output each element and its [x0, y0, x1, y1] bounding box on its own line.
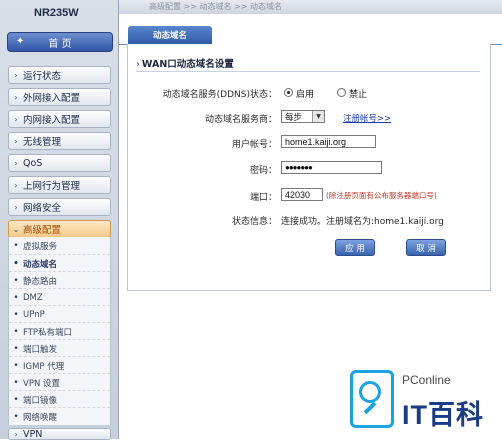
enable-radio-label: 启用 [296, 90, 315, 100]
section-divider [136, 71, 480, 72]
tab-bar: 动态域名 [119, 26, 502, 45]
menu-item-status[interactable]: › 运行状态 [8, 66, 111, 84]
menu-item-wan[interactable]: › 外网接入配置 [8, 88, 111, 106]
password-input[interactable]: ●●●●●●● [281, 161, 382, 174]
submenu-label: FTP私有端口 [23, 328, 73, 338]
section-title: › WAN口动态域名设置 [136, 56, 234, 70]
user-account-input[interactable]: home1.kaiji.org [281, 135, 376, 148]
watermark-big-text: IT百科 [402, 400, 484, 430]
arrow-right-icon: › [14, 114, 18, 124]
section-marker-icon: › [136, 59, 140, 70]
watermark-small-text: PConline [402, 373, 451, 387]
top-strip: 高级配置 >> 动态域名 >> 动态域名 [119, 0, 502, 14]
menu-item-wireless[interactable]: › 无线管理 [8, 132, 111, 150]
brand-label: NR235W [34, 7, 79, 19]
arrow-right-icon: › [14, 180, 18, 190]
register-account-link[interactable]: 注册帐号>> [343, 112, 391, 124]
sidebar: NR235W ✦ 首 页 › 运行状态 › 外网接入配置 › 内网接入配置 › 无线管理… [0, 0, 119, 440]
menu-label: 上网行为管理 [23, 181, 81, 192]
submenu-label: 动态域名 [23, 260, 58, 270]
disable-radio[interactable] [337, 88, 346, 97]
submenu-label: UPnP [23, 310, 45, 320]
status-value: 连接成功。注册域名为:home1.kaiji.org [281, 217, 444, 227]
ddns-status-label: 动态域名服务(DDNS)状态： [162, 90, 277, 100]
port-hint: (除注册页面有公布服务器端口号) [326, 191, 437, 200]
home-button[interactable]: ✦ 首 页 [7, 32, 113, 52]
menu-label: 高级配置 [23, 225, 62, 236]
menu-label: 无线管理 [23, 137, 62, 148]
magnifier-logo-icon [350, 370, 394, 428]
section-title-text: WAN口动态域名设置 [141, 59, 234, 70]
bullet-icon: • [13, 310, 19, 320]
bullet-icon: • [13, 327, 19, 337]
submenu-label: VPN 设置 [23, 379, 61, 389]
bullet-icon: • [13, 412, 19, 422]
provider-select[interactable]: 每步 ▼ [281, 110, 325, 123]
menu-label: VPN [23, 428, 43, 440]
submenu-label: 网络唤醒 [23, 413, 58, 423]
bullet-icon: • [13, 293, 19, 303]
apply-button[interactable]: 应 用 [335, 239, 375, 256]
menu-item-behavior[interactable]: › 上网行为管理 [8, 176, 111, 194]
submenu-label: 端口触发 [23, 345, 58, 355]
submenu-label: DMZ [23, 293, 43, 303]
submenu-item-virtual-server[interactable]: • 虚拟服务 [9, 237, 110, 255]
port-label: 端口： [249, 193, 277, 203]
bullet-icon: • [13, 395, 19, 405]
bullet-icon: • [13, 361, 19, 371]
bullet-icon: • [13, 276, 19, 286]
menu-label: 运行状态 [23, 71, 62, 82]
submenu-item-wake-on-lan[interactable]: • 网络唤醒 [9, 407, 110, 426]
menu-label: 网络安全 [23, 203, 62, 214]
menu-item-vpn[interactable]: › VPN [8, 428, 111, 440]
tab-ddns[interactable]: 动态域名 [128, 26, 212, 44]
menu-label: QoS [23, 157, 43, 169]
bullet-icon: • [13, 378, 19, 388]
arrow-right-icon: › [14, 136, 18, 146]
arrow-right-icon: › [14, 92, 18, 102]
bullet-icon: • [13, 344, 19, 354]
arrow-right-icon: › [14, 202, 18, 212]
cancel-button[interactable]: 取 消 [406, 239, 446, 256]
bullet-icon: • [13, 259, 19, 269]
user-account-label: 用户帐号： [231, 140, 277, 150]
arrow-right-icon: › [14, 70, 18, 80]
provider-label: 动态域名服务商： [204, 115, 277, 125]
password-label: 密码： [249, 166, 277, 176]
arrow-right-icon: › [14, 158, 18, 168]
menu-item-qos[interactable]: › QoS [8, 154, 111, 172]
chevron-down-icon: ▼ [312, 111, 324, 122]
disable-radio-label: 禁止 [349, 90, 368, 100]
breadcrumb: 高级配置 >> 动态域名 >> 动态域名 [149, 2, 282, 11]
arrow-right-icon: › [14, 429, 18, 439]
enable-radio[interactable] [284, 88, 293, 97]
provider-value: 每步 [285, 112, 303, 123]
bullet-icon: • [13, 241, 19, 251]
submenu-label: IGMP 代理 [23, 362, 65, 372]
menu-item-advanced[interactable]: ⌄ 高级配置 [8, 220, 111, 238]
menu-label: 内网接入配置 [23, 115, 81, 126]
status-label: 状态信息： [231, 217, 277, 227]
submenu-label: 静态路由 [23, 277, 58, 287]
home-label: 首 页 [48, 38, 72, 50]
submenu-list: • 虚拟服务 • 动态域名 • 静态路由 • DMZ • UPnP • FTP私有端口 • 端… [8, 237, 111, 425]
menu-item-security[interactable]: › 网络安全 [8, 198, 111, 216]
menu-item-lan[interactable]: › 内网接入配置 [8, 110, 111, 128]
port-input[interactable]: 42030 [281, 188, 323, 201]
arrow-down-icon: ⌄ [12, 224, 20, 234]
submenu-label: 端口镜像 [23, 396, 58, 406]
menu-label: 外网接入配置 [23, 93, 81, 104]
home-icon: ✦ [16, 36, 25, 47]
submenu-label: 虚拟服务 [23, 242, 58, 252]
